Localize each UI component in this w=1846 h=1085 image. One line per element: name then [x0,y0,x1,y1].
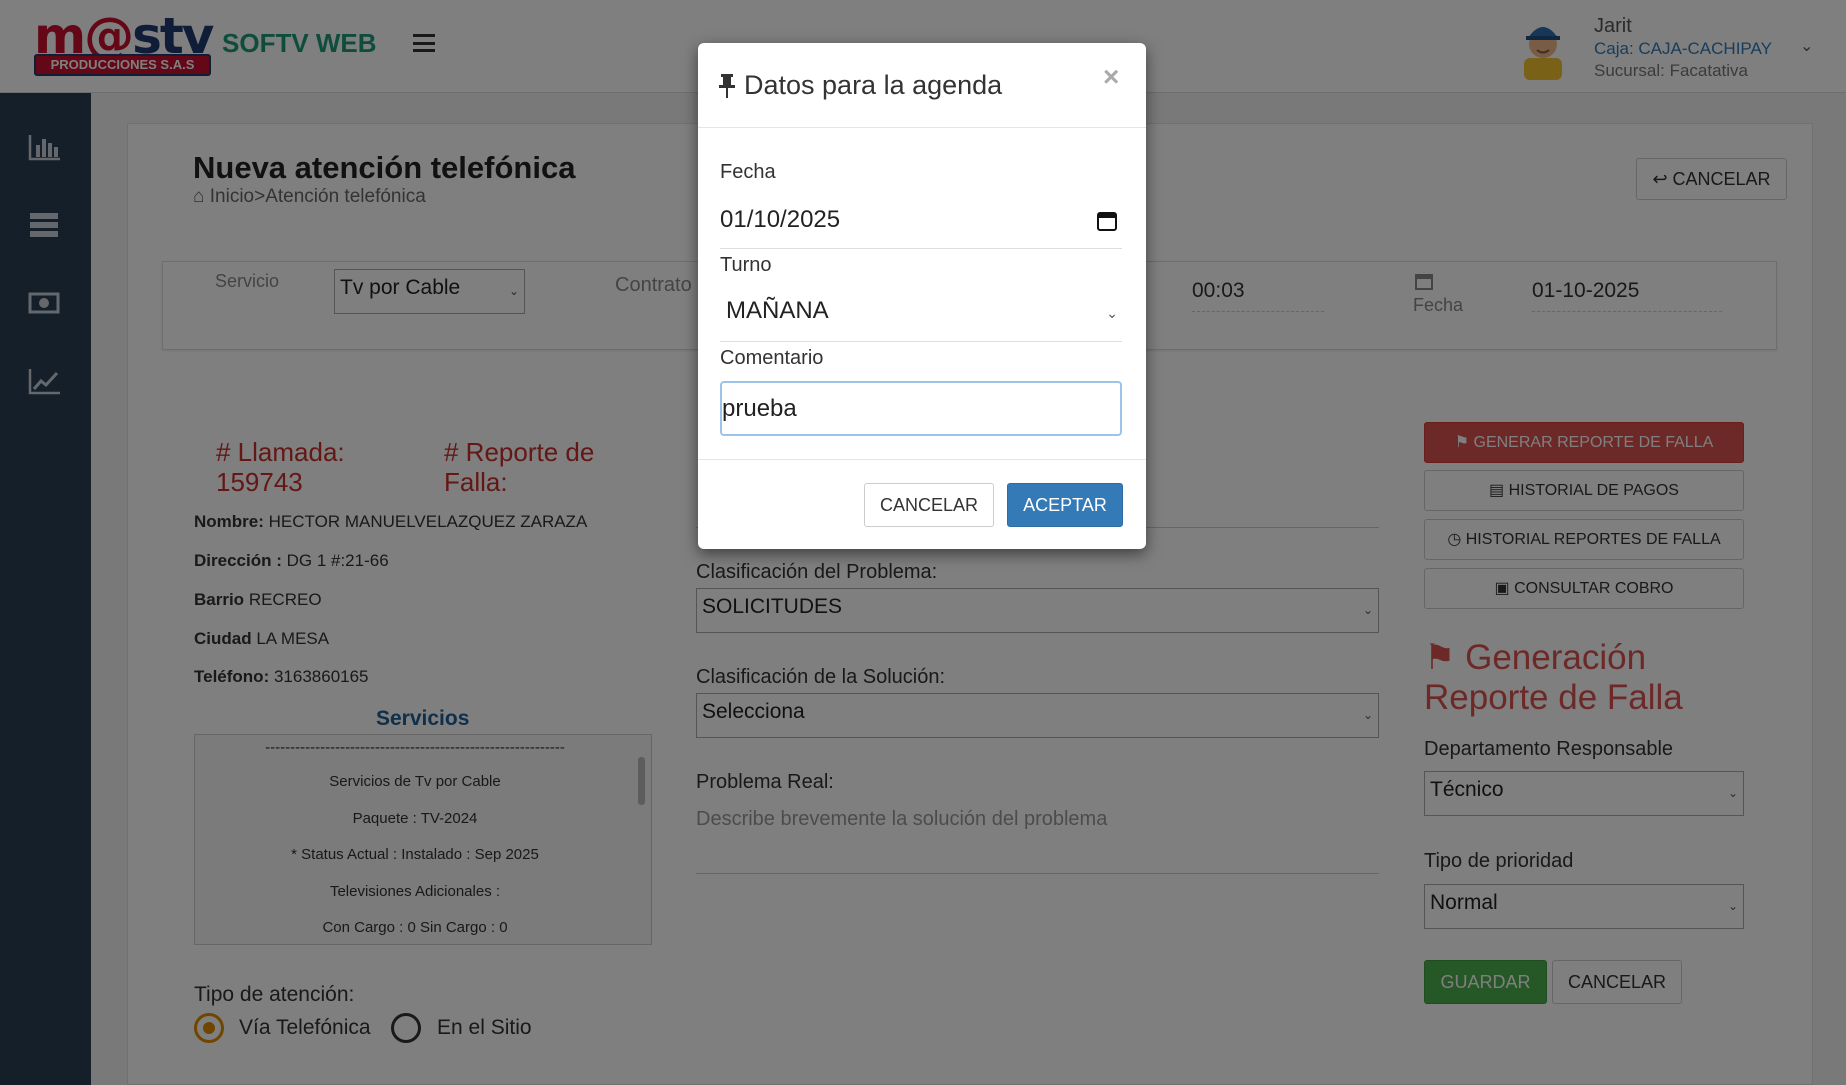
modal-comentario-label: Comentario [720,347,824,369]
modal-turno-label: Turno [720,254,772,276]
modal-cancel-button[interactable]: CANCELAR [864,483,994,527]
modal-footer-divider [698,459,1146,460]
calendar-icon[interactable] [1096,210,1118,232]
pushpin-icon [719,74,735,98]
modal-fecha-value: 01/10/2025 [720,206,841,233]
modal-turno-value: MAÑANA [726,297,829,324]
chevron-down-icon: ⌄ [1106,305,1118,321]
modal-fecha-label: Fecha [720,161,776,183]
modal-title: Datos para la agenda [744,70,1003,100]
close-icon[interactable]: × [1103,61,1119,93]
modal-header: Datos para la agenda × [698,43,1146,128]
agenda-modal: Datos para la agenda × Fecha 01/10/2025 … [698,43,1146,549]
modal-turno-select[interactable]: MAÑANA ⌄ [720,297,1122,342]
modal-accept-button[interactable]: ACEPTAR [1007,483,1123,527]
modal-comentario-input[interactable]: prueba [720,381,1122,436]
modal-fecha-input[interactable]: 01/10/2025 [720,206,1122,249]
